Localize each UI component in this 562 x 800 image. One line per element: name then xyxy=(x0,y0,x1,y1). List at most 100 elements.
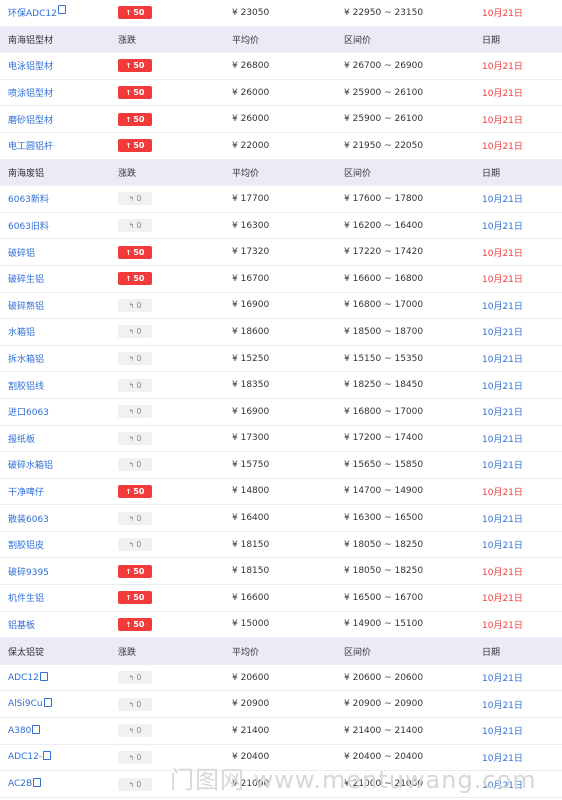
product-link[interactable]: 喷涂铝型材 xyxy=(8,89,53,99)
product-link[interactable]: 破碎9395 xyxy=(8,568,49,578)
product-link[interactable]: 水箱铝 xyxy=(8,328,35,338)
flat-icon: ↰ xyxy=(128,674,135,683)
price-range: ¥ 18050 ~ 18250 xyxy=(344,566,424,577)
average-price: ¥ 18600 xyxy=(232,326,270,337)
change-value: 50 xyxy=(133,247,145,257)
product-link[interactable]: 破碎水箱铝 xyxy=(8,461,53,471)
average-price: ¥ 15750 xyxy=(232,459,270,470)
average-price: ¥ 20600 xyxy=(232,672,270,683)
change-cell: ↑ 50 xyxy=(118,59,230,73)
change-badge: ↰ 0 xyxy=(118,724,152,738)
change-cell: ↑ 50 xyxy=(118,86,230,100)
date: 10月21日 xyxy=(482,434,523,445)
product-link[interactable]: ADC12 xyxy=(8,673,39,683)
price-range: ¥ 18500 ~ 18700 xyxy=(344,326,424,337)
product-name-cell: 铝基板 xyxy=(0,618,118,631)
change-value: 50 xyxy=(133,486,145,496)
date: 10月21日 xyxy=(482,780,523,791)
price-range: ¥ 16500 ~ 16700 xyxy=(344,592,424,603)
arrow-up-icon: ↑ xyxy=(125,487,132,496)
table-row: 电泳铝型材 ↑ 50 ¥ 26800 ¥ 26700 ~ 26900 10月21日 xyxy=(0,53,562,80)
date: 10月21日 xyxy=(482,195,523,206)
table-row: 破碎生铝 ↑ 50 ¥ 16700 ¥ 16600 ~ 16800 10月21日 xyxy=(0,266,562,293)
product-link[interactable]: 铝基板 xyxy=(8,621,35,631)
product-name-cell: 破碎生铝 xyxy=(0,272,118,285)
product-name-cell: 破碎9395 xyxy=(0,565,118,578)
change-cell: ↑ 50 xyxy=(118,591,230,605)
date: 10月21日 xyxy=(482,62,523,73)
section-header: 南海废铝 涨跌 平均价 区间价 日期 xyxy=(0,159,562,187)
date: 10月21日 xyxy=(482,753,523,764)
product-link[interactable]: 拆水箱铝 xyxy=(8,355,44,365)
document-icon[interactable] xyxy=(33,778,42,788)
date: 10月21日 xyxy=(482,487,523,498)
price-range: ¥ 26700 ~ 26900 xyxy=(344,60,424,71)
change-badge: ↰ 0 xyxy=(118,431,152,445)
product-link[interactable]: 散装6063 xyxy=(8,515,49,525)
product-link[interactable]: 割胶铝皮 xyxy=(8,541,44,551)
product-link[interactable]: 割胶铝线 xyxy=(8,382,44,392)
table-row: 干净啤仔 ↑ 50 ¥ 14800 ¥ 14700 ~ 14900 10月21日 xyxy=(0,479,562,506)
document-icon[interactable] xyxy=(39,671,48,681)
price-range: ¥ 16600 ~ 16800 xyxy=(344,273,424,284)
flat-icon: ↰ xyxy=(128,355,135,364)
product-link[interactable]: 电泳铝型材 xyxy=(8,62,53,72)
average-price: ¥ 15250 xyxy=(232,353,270,364)
arrow-up-icon: ↑ xyxy=(125,620,132,629)
product-link[interactable]: 报纸板 xyxy=(8,435,35,445)
product-link[interactable]: 进口6063 xyxy=(8,408,49,418)
change-badge: ↰ 0 xyxy=(118,325,152,339)
change-value: 0 xyxy=(136,540,142,550)
product-name-cell: 破碎熟铝 xyxy=(0,299,118,312)
average-price: ¥ 26000 xyxy=(232,87,270,98)
flat-icon: ↰ xyxy=(128,753,135,762)
change-value: 0 xyxy=(136,221,142,231)
date: 10月21日 xyxy=(482,461,523,472)
product-name-cell: 电泳铝型材 xyxy=(0,59,118,72)
product-link[interactable]: 环保ADC12 xyxy=(8,9,57,19)
product-name-cell: 破碎铝 xyxy=(0,246,118,259)
header-change: 涨跌 xyxy=(118,647,137,658)
change-badge: ↰ 0 xyxy=(118,352,152,366)
arrow-up-icon: ↑ xyxy=(125,9,132,18)
product-link[interactable]: A380 xyxy=(8,726,31,736)
change-cell: ↑ 50 xyxy=(118,245,230,259)
date: 10月21日 xyxy=(482,381,523,392)
product-link[interactable]: 磨砂铝型材 xyxy=(8,116,53,126)
price-range: ¥ 21400 ~ 21400 xyxy=(344,725,424,736)
document-icon[interactable] xyxy=(57,5,66,15)
table-row: 电工圆铝杆 ↑ 50 ¥ 22000 ¥ 21950 ~ 22050 10月21日 xyxy=(0,133,562,160)
product-link[interactable]: 破碎铝 xyxy=(8,249,35,259)
product-link[interactable]: ADC12- xyxy=(8,752,42,762)
date: 10月21日 xyxy=(482,275,523,286)
average-price: ¥ 17320 xyxy=(232,247,270,258)
product-link[interactable]: AlSi9Cu xyxy=(8,699,43,709)
document-icon[interactable] xyxy=(43,751,52,761)
flat-icon: ↰ xyxy=(128,461,135,470)
arrow-up-icon: ↑ xyxy=(125,567,132,576)
header-change: 涨跌 xyxy=(118,35,137,46)
change-cell: ↰ 0 xyxy=(118,352,230,366)
product-link[interactable]: 机件生铝 xyxy=(8,594,44,604)
product-link[interactable]: 电工圆铝杆 xyxy=(8,142,53,152)
product-name-cell: AC2B xyxy=(0,778,118,789)
average-price: ¥ 16900 xyxy=(232,406,270,417)
document-icon[interactable] xyxy=(43,698,52,708)
average-price: ¥ 16900 xyxy=(232,300,270,311)
change-value: 50 xyxy=(133,566,145,576)
product-link[interactable]: 6063旧料 xyxy=(8,222,49,232)
change-cell: ↑ 50 xyxy=(118,564,230,578)
change-value: 0 xyxy=(136,699,142,709)
product-link[interactable]: AC2B xyxy=(8,779,32,789)
header-avg: 平均价 xyxy=(232,647,260,658)
average-price: ¥ 26800 xyxy=(232,60,270,71)
price-range: ¥ 14700 ~ 14900 xyxy=(344,486,424,497)
header-avg: 平均价 xyxy=(232,168,260,179)
change-value: 0 xyxy=(136,460,142,470)
product-link[interactable]: 6063新料 xyxy=(8,195,49,205)
document-icon[interactable] xyxy=(32,724,41,734)
product-link[interactable]: 破碎熟铝 xyxy=(8,302,44,312)
change-cell: ↰ 0 xyxy=(118,325,230,339)
product-link[interactable]: 破碎生铝 xyxy=(8,275,44,285)
product-link[interactable]: 干净啤仔 xyxy=(8,488,44,498)
